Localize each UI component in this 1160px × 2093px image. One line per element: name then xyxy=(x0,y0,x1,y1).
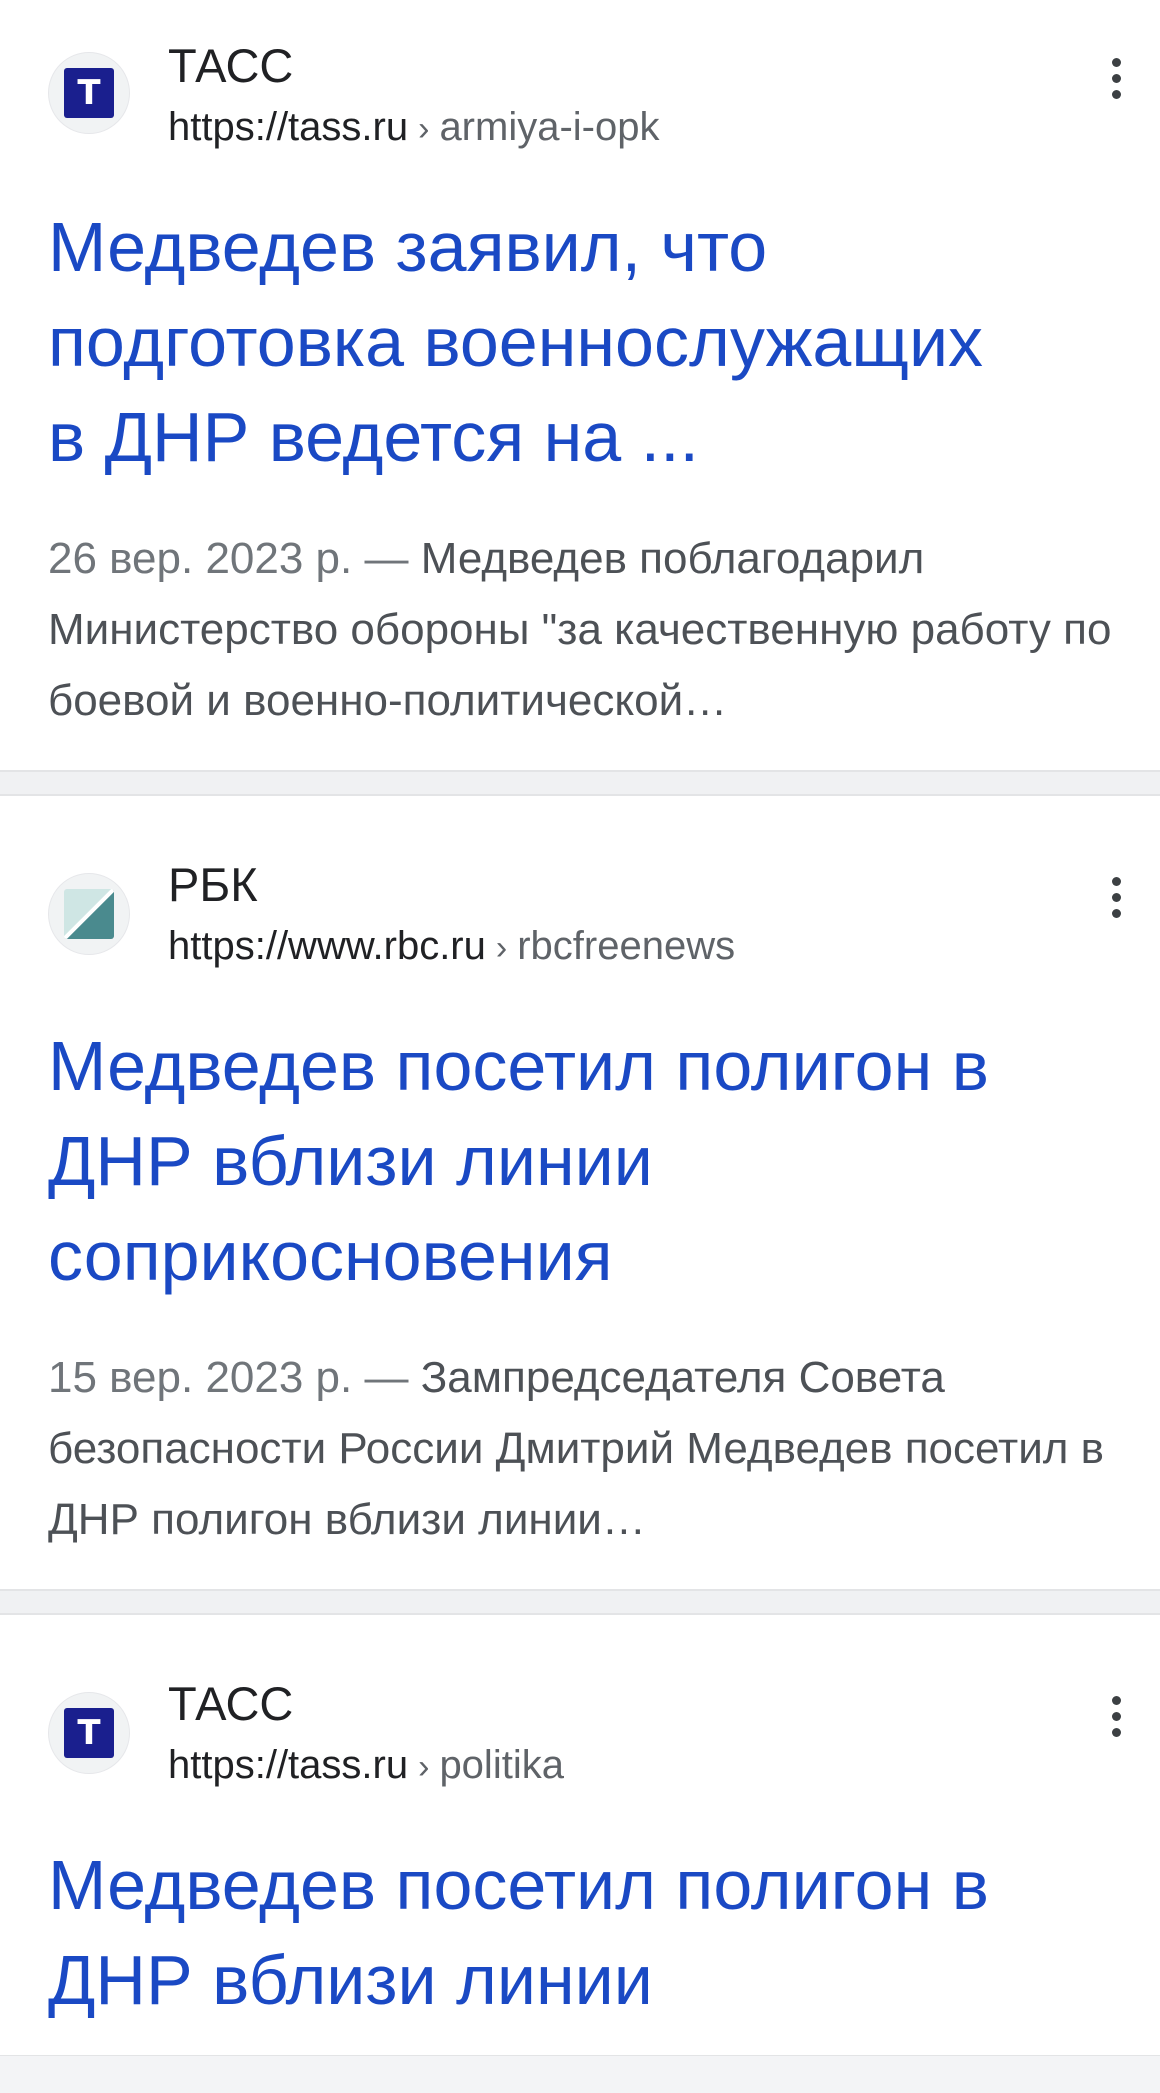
site-url[interactable]: https://tass.ru › politika xyxy=(168,1745,564,1785)
search-result-3: Т ТАСС https://tass.ru › politika Медведев… xyxy=(0,1615,1160,2055)
search-result-1: Т ТАСС https://tass.ru › armiya-i-opk Медв… xyxy=(0,0,1160,770)
result-title-link[interactable]: Медведев заявил, что подготовка военносл… xyxy=(48,200,1118,485)
favicon-tass: Т xyxy=(48,1692,130,1774)
search-result-2: РБК https://www.rbc.ru › rbcfreenews Медве… xyxy=(0,796,1160,1589)
date-dash: — xyxy=(364,534,409,583)
site-name[interactable]: РБК xyxy=(168,861,258,908)
url-host: https://tass.ru xyxy=(168,1743,409,1787)
bottom-edge xyxy=(0,2055,1160,2093)
date-dash: — xyxy=(364,1353,409,1402)
favicon-rbc xyxy=(48,873,130,955)
site-name[interactable]: ТАСС xyxy=(168,42,293,89)
url-path: armiya-i-opk xyxy=(439,105,660,149)
url-path: rbcfreenews xyxy=(517,924,736,968)
url-separator: › xyxy=(418,110,430,148)
tass-logo-icon: Т xyxy=(64,68,114,118)
more-vert-icon[interactable] xyxy=(1094,46,1138,110)
result-divider xyxy=(0,770,1160,796)
result-date: 26 вер. 2023 р. xyxy=(48,534,353,583)
site-url[interactable]: https://www.rbc.ru › rbcfreenews xyxy=(168,926,735,966)
more-vert-icon[interactable] xyxy=(1094,865,1138,929)
rbc-logo-icon xyxy=(64,889,114,939)
result-date: 15 вер. 2023 р. xyxy=(48,1353,353,1402)
favicon-tass: Т xyxy=(48,52,130,134)
url-path: politika xyxy=(439,1743,564,1787)
result-title-link[interactable]: Медведев посетил полигон в ДНР вблизи ли… xyxy=(48,1838,1118,2028)
more-vert-icon[interactable] xyxy=(1094,1684,1138,1748)
site-url[interactable]: https://tass.ru › armiya-i-opk xyxy=(168,107,659,147)
url-separator: › xyxy=(495,929,508,967)
site-name[interactable]: ТАСС xyxy=(168,1680,293,1727)
url-host: https://tass.ru xyxy=(168,105,409,149)
url-host: https://www.rbc.ru xyxy=(168,924,486,968)
result-divider xyxy=(0,1589,1160,1615)
url-separator: › xyxy=(418,1748,430,1786)
result-title-link[interactable]: Медведев посетил полигон в ДНР вблизи ли… xyxy=(48,1019,1118,1304)
tass-logo-icon: Т xyxy=(64,1708,114,1758)
result-snippet: 26 вер. 2023 р. — Медведев поблагодарил … xyxy=(48,523,1118,736)
result-snippet: 15 вер. 2023 р. — Зампредседателя Совета… xyxy=(48,1342,1118,1555)
